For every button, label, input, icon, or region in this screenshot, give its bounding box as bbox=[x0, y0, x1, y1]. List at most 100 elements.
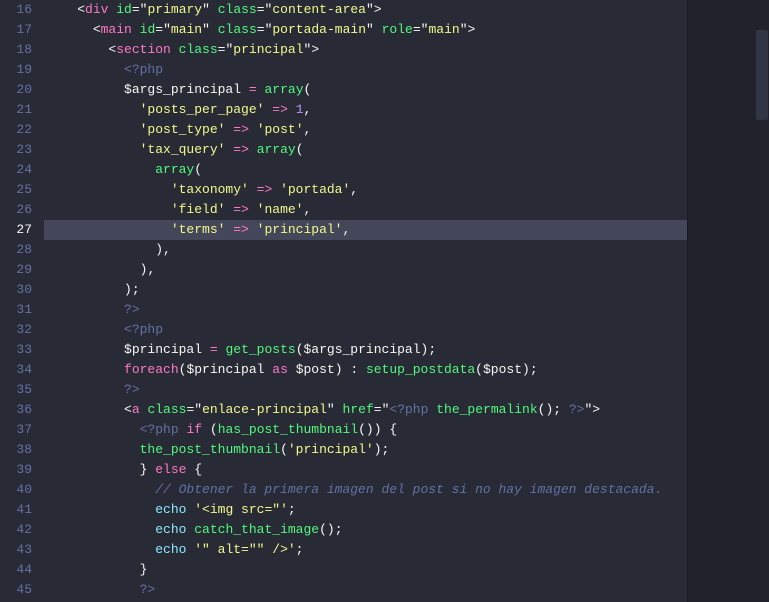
token: class bbox=[147, 402, 186, 417]
line-number[interactable]: 27 bbox=[8, 220, 32, 240]
token: { bbox=[194, 462, 202, 477]
line-number[interactable]: 43 bbox=[8, 540, 32, 560]
line-number[interactable]: 28 bbox=[8, 240, 32, 260]
line-number[interactable]: 20 bbox=[8, 80, 32, 100]
token: 'portada' bbox=[280, 182, 350, 197]
code-line[interactable]: <?php if (has_post_thumbnail()) { bbox=[44, 420, 769, 440]
code-line[interactable]: } else { bbox=[44, 460, 769, 480]
token: " bbox=[366, 22, 374, 37]
token: array bbox=[264, 82, 303, 97]
line-number[interactable]: 35 bbox=[8, 380, 32, 400]
code-line[interactable]: echo '<img src="'; bbox=[44, 500, 769, 520]
code-line[interactable]: ), bbox=[44, 260, 769, 280]
line-number[interactable]: 29 bbox=[8, 260, 32, 280]
code-line[interactable]: <section class="principal"> bbox=[44, 40, 769, 60]
line-number[interactable]: 41 bbox=[8, 500, 32, 520]
token: = bbox=[249, 82, 257, 97]
line-number[interactable]: 23 bbox=[8, 140, 32, 160]
token: : bbox=[350, 362, 358, 377]
line-number[interactable]: 37 bbox=[8, 420, 32, 440]
token: // Obtener la primera imagen del post si… bbox=[155, 482, 662, 497]
line-number[interactable]: 30 bbox=[8, 280, 32, 300]
token: ; bbox=[296, 542, 304, 557]
line-number[interactable]: 44 bbox=[8, 560, 32, 580]
code-line[interactable]: 'tax_query' => array( bbox=[44, 140, 769, 160]
line-number[interactable]: 45 bbox=[8, 580, 32, 600]
token: ( bbox=[475, 362, 483, 377]
code-line[interactable]: $principal = get_posts($args_principal); bbox=[44, 340, 769, 360]
line-number[interactable]: 16 bbox=[8, 0, 32, 20]
line-number[interactable]: 26 bbox=[8, 200, 32, 220]
token: = bbox=[374, 402, 382, 417]
line-number[interactable]: 38 bbox=[8, 440, 32, 460]
code-line[interactable]: <?php bbox=[44, 320, 769, 340]
code-line[interactable]: ); bbox=[44, 280, 769, 300]
code-line[interactable]: array( bbox=[44, 160, 769, 180]
token: 'posts_per_page' bbox=[140, 102, 265, 117]
token: 'post_type' bbox=[140, 122, 226, 137]
code-line[interactable]: ), bbox=[44, 240, 769, 260]
line-number[interactable]: 33 bbox=[8, 340, 32, 360]
token: div bbox=[85, 2, 108, 17]
token: ) bbox=[522, 362, 530, 377]
code-line[interactable]: // Obtener la primera imagen del post si… bbox=[44, 480, 769, 500]
code-line[interactable]: echo catch_that_image(); bbox=[44, 520, 769, 540]
token: echo bbox=[155, 522, 186, 537]
token: echo bbox=[155, 542, 186, 557]
code-line[interactable]: 'posts_per_page' => 1, bbox=[44, 100, 769, 120]
token: } bbox=[140, 562, 148, 577]
line-number[interactable]: 42 bbox=[8, 520, 32, 540]
code-line[interactable]: 'terms' => 'principal', bbox=[44, 220, 769, 240]
token: catch_that_image bbox=[194, 522, 319, 537]
code-line[interactable]: } bbox=[44, 560, 769, 580]
line-number[interactable]: 40 bbox=[8, 480, 32, 500]
scroll-thumb[interactable] bbox=[756, 30, 768, 120]
line-number[interactable]: 25 bbox=[8, 180, 32, 200]
line-number[interactable]: 39 bbox=[8, 460, 32, 480]
token: , bbox=[303, 202, 311, 217]
line-number[interactable]: 34 bbox=[8, 360, 32, 380]
token: href bbox=[343, 402, 374, 417]
line-number[interactable]: 18 bbox=[8, 40, 32, 60]
minimap-area[interactable] bbox=[687, 0, 769, 602]
line-number[interactable]: 19 bbox=[8, 60, 32, 80]
token: role bbox=[382, 22, 413, 37]
code-line[interactable]: ?> bbox=[44, 580, 769, 600]
token: => bbox=[233, 222, 249, 237]
token: = bbox=[413, 22, 421, 37]
code-line[interactable]: <a class="enlace-principal" href="<?php … bbox=[44, 400, 769, 420]
code-line[interactable]: <div id="primary" class="content-area"> bbox=[44, 0, 769, 20]
line-number[interactable]: 24 bbox=[8, 160, 32, 180]
vertical-scrollbar[interactable] bbox=[755, 0, 769, 602]
line-number[interactable]: 31 bbox=[8, 300, 32, 320]
code-editor[interactable]: 1617181920212223242526272829303132333435… bbox=[0, 0, 769, 602]
token: $principal bbox=[124, 342, 202, 357]
code-line[interactable]: foreach($principal as $post) : setup_pos… bbox=[44, 360, 769, 380]
line-number[interactable]: 36 bbox=[8, 400, 32, 420]
code-line[interactable]: ?> bbox=[44, 380, 769, 400]
token: class bbox=[179, 42, 218, 57]
token: , bbox=[304, 122, 312, 137]
token bbox=[202, 422, 210, 437]
token bbox=[202, 342, 210, 357]
code-line[interactable]: 'field' => 'name', bbox=[44, 200, 769, 220]
code-area[interactable]: <div id="primary" class="content-area"> … bbox=[44, 0, 769, 602]
line-number[interactable]: 22 bbox=[8, 120, 32, 140]
line-number[interactable]: 17 bbox=[8, 20, 32, 40]
token: " bbox=[202, 22, 210, 37]
line-number-gutter[interactable]: 1617181920212223242526272829303132333435… bbox=[0, 0, 44, 602]
token: main bbox=[171, 22, 202, 37]
token: { bbox=[389, 422, 397, 437]
token bbox=[249, 142, 257, 157]
line-number[interactable]: 32 bbox=[8, 320, 32, 340]
token: ; bbox=[335, 522, 343, 537]
code-line[interactable]: the_post_thumbnail('principal'); bbox=[44, 440, 769, 460]
code-line[interactable]: ?> bbox=[44, 300, 769, 320]
code-line[interactable]: echo '" alt="" />'; bbox=[44, 540, 769, 560]
code-line[interactable]: $args_principal = array( bbox=[44, 80, 769, 100]
code-line[interactable]: 'post_type' => 'post', bbox=[44, 120, 769, 140]
code-line[interactable]: <?php bbox=[44, 60, 769, 80]
line-number[interactable]: 21 bbox=[8, 100, 32, 120]
code-line[interactable]: <main id="main" class="portada-main" rol… bbox=[44, 20, 769, 40]
code-line[interactable]: 'taxonomy' => 'portada', bbox=[44, 180, 769, 200]
